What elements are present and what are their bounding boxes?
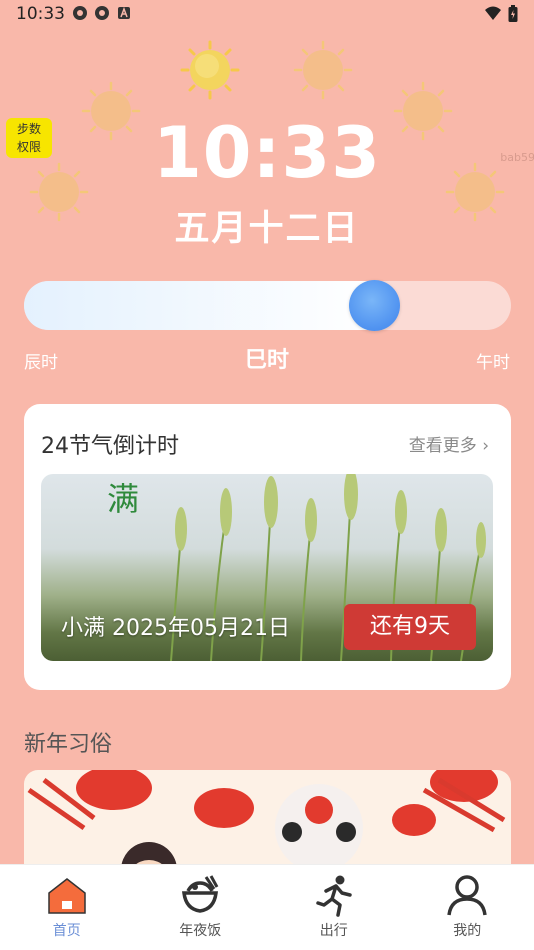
sun-icon (180, 40, 240, 100)
lunar-date: 五月十二日 (174, 209, 360, 249)
section-title: 新年习俗 (24, 732, 113, 757)
status-time: 10:33 (16, 4, 65, 24)
time-slider-thumb[interactable] (349, 280, 401, 331)
tab-profile[interactable]: 我的 (401, 865, 534, 950)
app-notification-icon (116, 5, 132, 21)
sun-icon (293, 40, 353, 100)
chevron-right-icon: › (482, 436, 489, 456)
clock-time: 10:33 (153, 112, 381, 194)
bowl-icon (182, 875, 219, 913)
wifi-icon (484, 5, 502, 27)
card-title: 24节气倒计时 (41, 434, 179, 459)
runner-icon (316, 875, 352, 917)
person-icon (447, 875, 487, 916)
status-notification-icons (72, 5, 132, 21)
app-notification-icon (72, 5, 88, 21)
solar-term-card: 24节气倒计时 查看更多 › 满 小满 2025年05月21日 还有9天 (24, 404, 511, 690)
countdown-badge: 还有9天 (344, 604, 476, 650)
slider-label-end: 午时 (476, 353, 510, 373)
banner-solar-term-title: 满 (107, 480, 140, 518)
tab-new-year-dinner-label: 年夜饭 (179, 923, 222, 939)
solar-term-banner[interactable]: 满 小满 2025年05月21日 还有9天 (41, 474, 493, 661)
tab-new-year-dinner[interactable]: 年夜饭 (134, 865, 268, 950)
status-system-icons (484, 5, 518, 27)
tab-profile-label: 我的 (453, 923, 482, 939)
app-notification-icon (94, 5, 110, 21)
time-slider-fill (24, 281, 375, 330)
tab-home[interactable]: 首页 (0, 865, 134, 950)
view-more-label: 查看更多 (408, 436, 477, 456)
solar-term-caption: 小满 2025年05月21日 (61, 616, 290, 641)
status-bar: 10:33 (0, 0, 534, 30)
tab-travel-label: 出行 (319, 923, 348, 939)
time-slider-track[interactable] (24, 281, 511, 330)
bottom-tab-bar: 首页 年夜饭 出行 我的 (0, 864, 534, 950)
home-icon (48, 878, 86, 914)
view-more-link[interactable]: 查看更多 › (409, 431, 489, 456)
tab-home-label: 首页 (52, 923, 81, 939)
app-screen: 10:33 步数 权限 bab59 10:33 五月十二日 辰时 巳时 午时 2… (0, 0, 534, 950)
slider-label-current: 巳时 (244, 348, 289, 373)
battery-icon (508, 5, 518, 27)
tab-travel[interactable]: 出行 (267, 865, 401, 950)
